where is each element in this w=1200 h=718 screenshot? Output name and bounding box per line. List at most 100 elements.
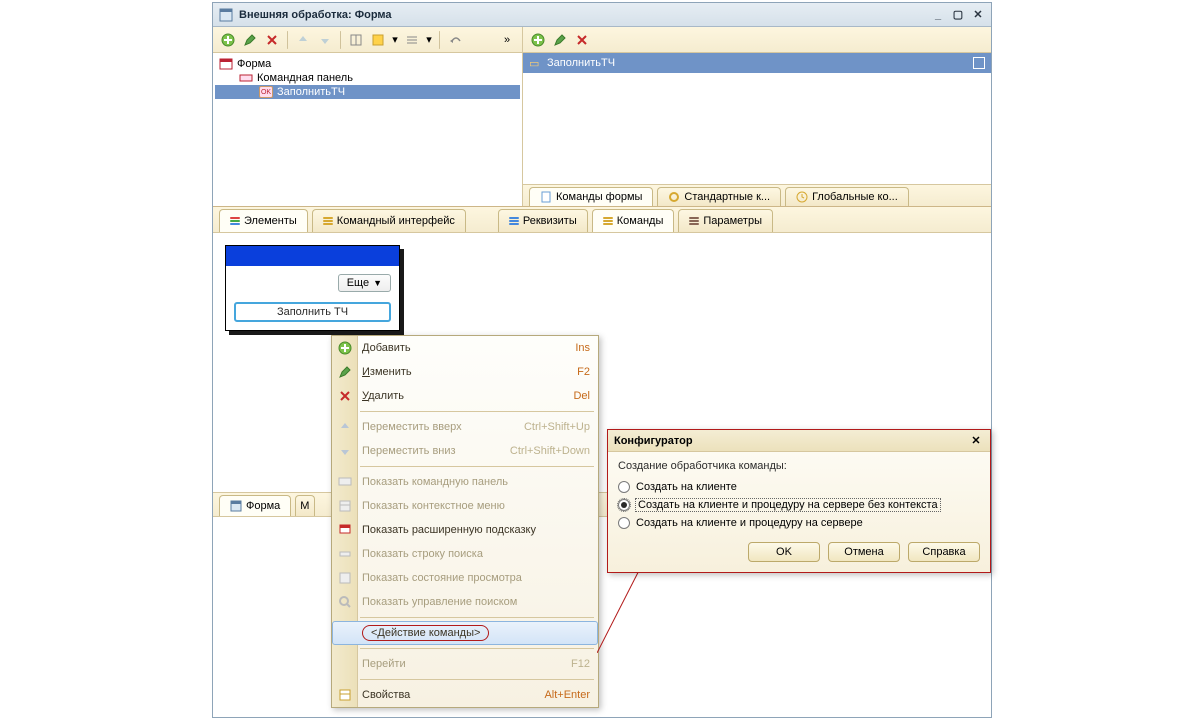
more-button[interactable]: Еще ▼ — [338, 274, 391, 292]
move-down-icon[interactable] — [316, 31, 334, 49]
ctx-shortcut: Ctrl+Shift+Up — [524, 421, 590, 433]
context-menu: Добавить Ins Изменить F2 Удалить Del Пер… — [331, 335, 599, 708]
ctx-properties[interactable]: Свойства Alt+Enter — [332, 683, 598, 707]
stack-icon — [230, 217, 240, 225]
radio-icon — [618, 517, 630, 529]
checkbox-icon[interactable] — [973, 57, 985, 69]
ctx-command-action[interactable]: <Действие команды> — [332, 621, 598, 645]
window-title: Внешняя обработка: Форма — [239, 9, 931, 21]
list-item-label: ЗаполнитьТЧ — [547, 57, 973, 69]
ctx-label: Переместить вверх — [362, 421, 516, 433]
right-toolbar — [523, 27, 991, 53]
tab-label: Командный интерфейс — [337, 215, 455, 227]
ctx-label: Изменить — [362, 366, 569, 378]
tab-label: Глобальные ко... — [812, 191, 898, 203]
radio-create-client-server[interactable]: Создать на клиенте и процедуру на сервер… — [618, 514, 980, 532]
tree-item-fill-tch[interactable]: OK ЗаполнитьТЧ — [215, 85, 520, 99]
configurator-dialog: Конфигуратор ✕ Создание обработчика кома… — [607, 429, 991, 573]
tooltip-icon — [337, 522, 353, 538]
close-icon[interactable]: ✕ — [971, 8, 985, 22]
move-up-icon[interactable] — [294, 31, 312, 49]
edit-icon[interactable] — [551, 31, 569, 49]
titlebar: Внешняя обработка: Форма _ ▢ ✕ — [213, 3, 991, 27]
ctx-label: Перейти — [362, 658, 563, 670]
dropdown-icon[interactable]: ▾ — [425, 31, 433, 49]
tree-item-command-panel[interactable]: Командная панель — [215, 71, 520, 85]
ctx-show-tooltip[interactable]: Показать расширенную подсказку — [332, 518, 598, 542]
delete-icon[interactable] — [263, 31, 281, 49]
tab-form-commands[interactable]: Команды формы — [529, 187, 653, 206]
close-icon[interactable]: ✕ — [968, 433, 984, 449]
help-button[interactable]: Справка — [908, 542, 980, 562]
add-icon[interactable] — [219, 31, 237, 49]
ctx-move-down: Переместить вниз Ctrl+Shift+Down — [332, 439, 598, 463]
ctx-label: Показать контекстное меню — [362, 500, 590, 512]
tab-attributes[interactable]: Реквизиты — [498, 209, 588, 232]
folder-icon: ▭ — [529, 57, 543, 70]
ctx-label: Показать строку поиска — [362, 548, 590, 560]
ctx-shortcut: Alt+Enter — [544, 689, 590, 701]
edit-icon[interactable] — [241, 31, 259, 49]
ctx-shortcut: F2 — [577, 366, 590, 378]
chevron-down-icon: ▼ — [373, 278, 382, 288]
maximize-icon[interactable]: ▢ — [951, 8, 965, 22]
gear-icon — [668, 191, 680, 203]
tab-elements[interactable]: Элементы — [219, 209, 308, 232]
minimize-icon[interactable]: _ — [931, 8, 945, 22]
add-icon[interactable] — [529, 31, 547, 49]
stack-icon — [603, 217, 613, 225]
tab-label: Параметры — [703, 215, 762, 227]
fill-tch-button[interactable]: Заполнить ТЧ — [234, 302, 391, 322]
search-icon — [337, 594, 353, 610]
radio-icon — [618, 499, 630, 511]
radio-icon — [618, 481, 630, 493]
move-up-icon — [337, 419, 353, 435]
undo-icon[interactable] — [446, 31, 464, 49]
viewstate-icon — [337, 570, 353, 586]
more-label: Еще — [347, 277, 369, 289]
commands-subtabs: Команды формы Стандартные к... Глобальны… — [523, 184, 991, 206]
ctx-label: Добавить — [362, 342, 567, 354]
preview-form: Еще ▼ Заполнить ТЧ — [225, 245, 400, 331]
form-icon — [219, 58, 233, 70]
tree-label: ЗаполнитьТЧ — [277, 86, 345, 98]
ctx-add[interactable]: Добавить Ins — [332, 336, 598, 360]
tab-commands[interactable]: Команды — [592, 209, 675, 232]
panel-icon — [239, 72, 253, 84]
ctx-show-context-menu: Показать контекстное меню — [332, 494, 598, 518]
panel-color-icon[interactable] — [369, 31, 387, 49]
tab-global-commands[interactable]: Глобальные ко... — [785, 187, 909, 206]
radio-create-client-server-no-context[interactable]: Создать на клиенте и процедуру на сервер… — [618, 496, 980, 514]
dialog-prompt: Создание обработчика команды: — [618, 460, 980, 472]
tab-module-footer[interactable]: М — [295, 495, 315, 516]
dropdown-icon[interactable]: ▾ — [391, 31, 399, 49]
list-item[interactable]: ▭ ЗаполнитьТЧ — [523, 53, 991, 73]
delete-icon[interactable] — [573, 31, 591, 49]
tab-label: М — [300, 500, 309, 512]
tree-item-form[interactable]: Форма — [215, 57, 520, 71]
ctx-shortcut: Del — [573, 390, 590, 402]
tab-parameters[interactable]: Параметры — [678, 209, 773, 232]
ctx-edit[interactable]: Изменить F2 — [332, 360, 598, 384]
grid-icon[interactable] — [347, 31, 365, 49]
ctx-label: <Действие команды> — [362, 625, 489, 641]
tab-label: Команды — [617, 215, 664, 227]
radio-create-on-client[interactable]: Создать на клиенте — [618, 478, 980, 496]
tab-command-interface[interactable]: Командный интерфейс — [312, 209, 466, 232]
fill-label: Заполнить ТЧ — [277, 306, 348, 318]
clock-icon — [796, 191, 808, 203]
ctx-shortcut: F12 — [571, 658, 590, 670]
ctx-shortcut: Ctrl+Shift+Down — [510, 445, 590, 457]
tab-standard-commands[interactable]: Стандартные к... — [657, 187, 781, 206]
list-icon[interactable] — [403, 31, 421, 49]
tab-form-footer[interactable]: Форма — [219, 495, 291, 516]
ok-button[interactable]: OK — [748, 542, 820, 562]
ctx-label: Переместить вниз — [362, 445, 502, 457]
elements-tree[interactable]: Форма Командная панель OK ЗаполнитьТЧ — [213, 53, 522, 206]
ctx-shortcut: Ins — [575, 342, 590, 354]
overflow-icon[interactable]: » — [498, 31, 516, 49]
commands-list[interactable]: ▭ ЗаполнитьТЧ — [523, 53, 991, 184]
cancel-button[interactable]: Отмена — [828, 542, 900, 562]
ctx-delete[interactable]: Удалить Del — [332, 384, 598, 408]
ctx-label: Показать управление поиском — [362, 596, 590, 608]
